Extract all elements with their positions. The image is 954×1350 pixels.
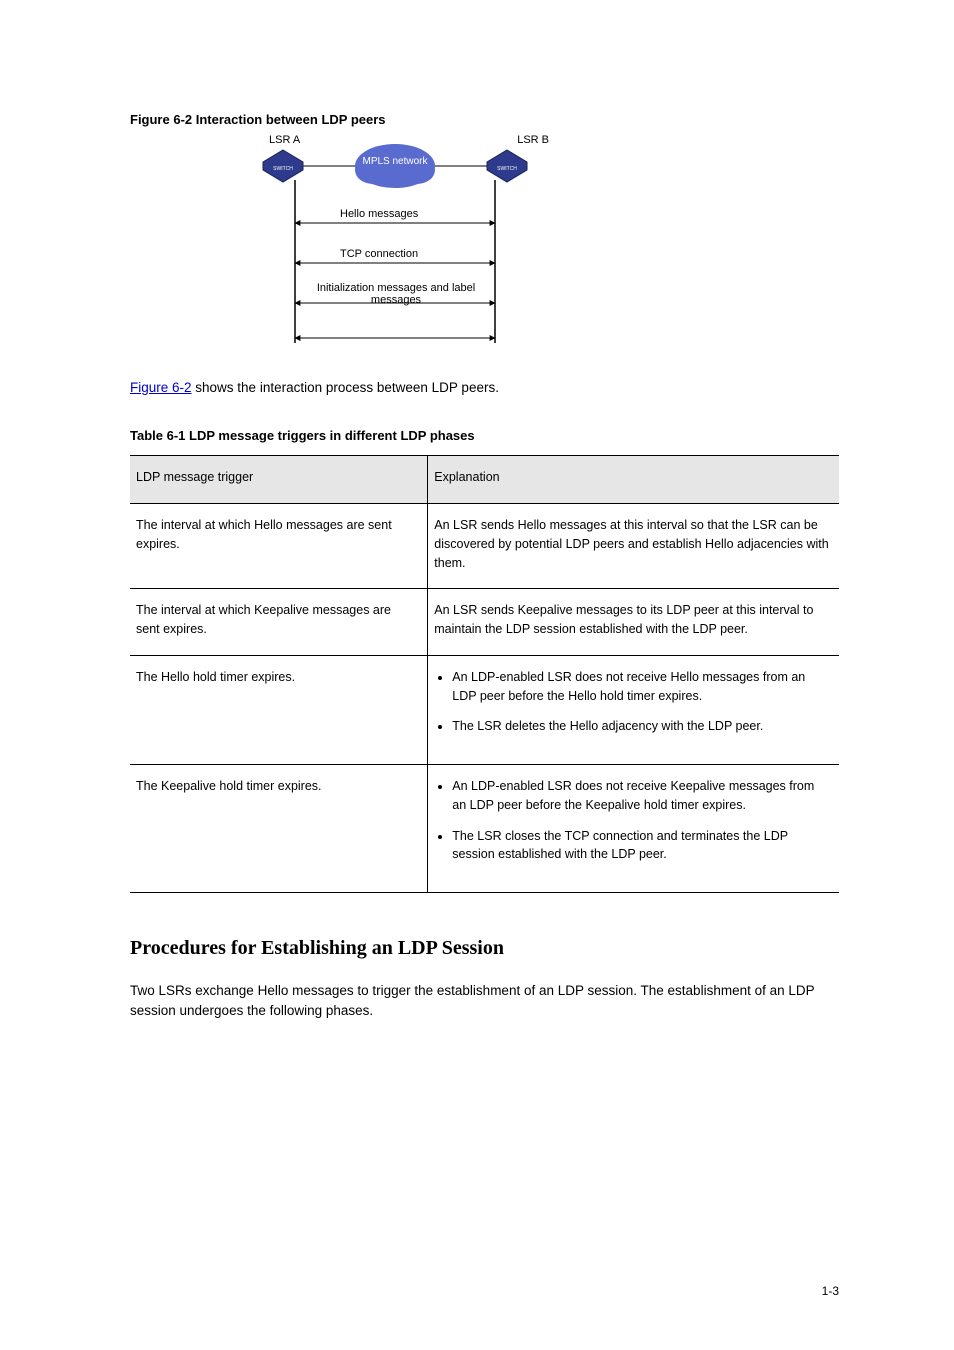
msg2-label: TCP connection xyxy=(340,246,418,263)
switch-icon: SWITCH xyxy=(263,150,303,182)
table-row: The interval at which Hello messages are… xyxy=(130,504,839,589)
trigger-cell: The interval at which Hello messages are… xyxy=(130,504,428,589)
figure-caption-link[interactable]: Figure 6-2 xyxy=(130,380,192,395)
table-row: The interval at which Keepalive messages… xyxy=(130,589,839,656)
figure-label-num: Figure 6-2 xyxy=(130,112,192,127)
svg-text:SWITCH: SWITCH xyxy=(497,166,517,172)
list-item: The LSR closes the TCP connection and te… xyxy=(452,827,829,865)
table-head-trigger: LDP message trigger xyxy=(130,456,428,504)
list-item: The LSR deletes the Hello adjacency with… xyxy=(452,717,829,736)
triggers-table: LDP message trigger Explanation The inte… xyxy=(130,455,839,893)
msg3-label: Initialization messages and label messag… xyxy=(301,282,491,306)
explain-cell: An LDP-enabled LSR does not receive Hell… xyxy=(428,655,839,764)
explain-list: An LDP-enabled LSR does not receive Keep… xyxy=(452,777,829,864)
list-item: An LDP-enabled LSR does not receive Keep… xyxy=(452,777,829,815)
svg-text:SWITCH: SWITCH xyxy=(273,166,293,172)
msg1-label: Hello messages xyxy=(340,206,418,223)
section-body: Two LSRs exchange Hello messages to trig… xyxy=(130,981,839,1022)
figure-label-title: Interaction between LDP peers xyxy=(196,112,386,127)
table-row: The Hello hold timer expires. An LDP-enab… xyxy=(130,655,839,764)
table-label: Table 6-1 LDP message triggers in differ… xyxy=(130,426,839,446)
figure-label: Figure 6-2 Interaction between LDP peers xyxy=(130,110,839,130)
figure-caption-rest: shows the interaction process between LD… xyxy=(192,380,499,395)
table-row: The Keepalive hold timer expires. An LDP-… xyxy=(130,765,839,893)
section-heading: Procedures for Establishing an LDP Sessi… xyxy=(130,933,839,963)
node-right-label: LSR B xyxy=(517,132,549,149)
explain-cell: An LSR sends Hello messages at this inte… xyxy=(428,504,839,589)
trigger-cell: The Keepalive hold timer expires. xyxy=(130,765,428,893)
list-item: An LDP-enabled LSR does not receive Hell… xyxy=(452,668,829,706)
explain-cell: An LDP-enabled LSR does not receive Keep… xyxy=(428,765,839,893)
node-left-label: LSR A xyxy=(269,132,300,149)
explain-list: An LDP-enabled LSR does not receive Hell… xyxy=(452,668,829,736)
figure-diagram: SWITCH SWITCH LSR A LSR B MPLS network H… xyxy=(245,138,545,348)
table-label-title: LDP message triggers in different LDP ph… xyxy=(189,428,475,443)
cloud-label: MPLS network xyxy=(355,156,435,167)
switch-icon: SWITCH xyxy=(487,150,527,182)
table-head-explain: Explanation xyxy=(428,456,839,504)
table-label-num: Table 6-1 xyxy=(130,428,185,443)
explain-cell: An LSR sends Keepalive messages to its L… xyxy=(428,589,839,656)
trigger-cell: The interval at which Keepalive messages… xyxy=(130,589,428,656)
trigger-cell: The Hello hold timer expires. xyxy=(130,655,428,764)
figure-caption: Figure 6-2 shows the interaction process… xyxy=(130,378,839,398)
page-number: 1-3 xyxy=(822,1282,839,1300)
